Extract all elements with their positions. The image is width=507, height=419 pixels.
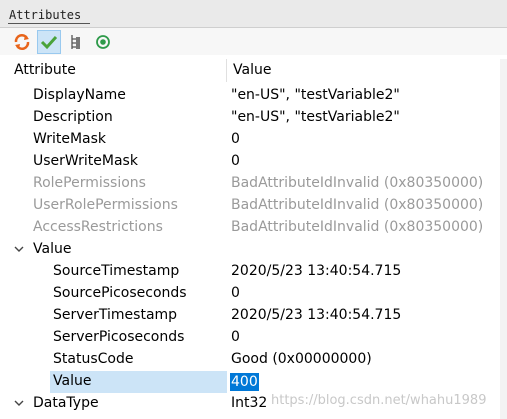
attribute-name: RolePermissions — [33, 175, 146, 191]
attribute-value: Int32 — [231, 395, 268, 411]
watermark: https://blog.csdn.net/whahu1989 — [271, 393, 487, 408]
chevron-down-icon[interactable] — [13, 243, 25, 255]
title-underline — [8, 23, 90, 24]
refresh-button[interactable] — [10, 30, 34, 54]
table-row[interactable]: AccessRestrictions BadAttributeIdInvalid… — [0, 217, 507, 239]
tree-structure-icon — [71, 35, 80, 49]
table-row-group[interactable]: Value — [0, 239, 507, 261]
attribute-value: 2020/5/23 13:40:54.715 — [231, 263, 402, 279]
table-row[interactable]: StatusCode Good (0x00000000) — [0, 349, 507, 371]
attribute-name: AccessRestrictions — [33, 219, 163, 235]
attribute-value: BadAttributeIdInvalid (0x80350000) — [231, 197, 484, 213]
toolbar — [0, 28, 507, 55]
attribute-name: SourceTimestamp — [53, 263, 180, 279]
attribute-name: StatusCode — [53, 351, 134, 367]
chevron-down-icon[interactable] — [13, 397, 25, 409]
attribute-name: Description — [33, 109, 113, 125]
attribute-name: Value — [53, 373, 92, 389]
header-attribute[interactable]: Attribute — [14, 62, 76, 78]
panel-title: Attributes — [9, 8, 82, 22]
attribute-value: BadAttributeIdInvalid (0x80350000) — [231, 219, 484, 235]
attribute-name: UserRolePermissions — [33, 197, 178, 213]
table-row[interactable]: DisplayName "en-US", "testVariable2" — [0, 85, 507, 107]
check-button[interactable] — [37, 30, 61, 54]
attribute-name: UserWriteMask — [33, 153, 138, 169]
attribute-name: WriteMask — [33, 131, 107, 147]
table-row[interactable]: SourcePicoseconds 0 — [0, 283, 507, 305]
target-icon — [96, 35, 110, 49]
attribute-value: 0 — [231, 329, 240, 345]
tree-structure-button[interactable] — [64, 30, 88, 54]
table-row-selected[interactable]: Value 400 — [0, 371, 507, 393]
table-row[interactable]: ServerPicoseconds 0 — [0, 327, 507, 349]
attribute-name: DataType — [33, 395, 99, 411]
panel-titlebar: Attributes — [0, 0, 507, 28]
attribute-name: ServerPicoseconds — [53, 329, 185, 345]
attribute-value: 0 — [231, 131, 240, 147]
table-row[interactable]: RolePermissions BadAttributeIdInvalid (0… — [0, 173, 507, 195]
table-header: Attribute Value — [0, 59, 507, 82]
target-button[interactable] — [91, 30, 115, 54]
refresh-icon — [14, 34, 30, 50]
table-row[interactable]: SourceTimestamp 2020/5/23 13:40:54.715 — [0, 261, 507, 283]
attribute-value: BadAttributeIdInvalid (0x80350000) — [231, 175, 484, 191]
table-row[interactable]: ServerTimestamp 2020/5/23 13:40:54.715 — [0, 305, 507, 327]
value-edit-field[interactable]: 400 — [230, 373, 259, 391]
table-row[interactable]: UserWriteMask 0 — [0, 151, 507, 173]
attribute-value: Good (0x00000000) — [231, 351, 372, 367]
attribute-value: "en-US", "testVariable2" — [231, 87, 400, 103]
attribute-name: SourcePicoseconds — [53, 285, 187, 301]
attribute-name: DisplayName — [33, 87, 126, 103]
header-value[interactable]: Value — [233, 62, 271, 78]
attribute-value: 2020/5/23 13:40:54.715 — [231, 307, 402, 323]
attribute-name: ServerTimestamp — [53, 307, 178, 323]
attribute-value: 0 — [231, 285, 240, 301]
header-divider[interactable] — [226, 59, 227, 82]
table-row[interactable]: UserRolePermissions BadAttributeIdInvali… — [0, 195, 507, 217]
attribute-name: Value — [33, 241, 72, 257]
attribute-value: 0 — [231, 153, 240, 169]
attribute-value: "en-US", "testVariable2" — [231, 109, 400, 125]
table-row[interactable]: Description "en-US", "testVariable2" — [0, 107, 507, 129]
table-row[interactable]: WriteMask 0 — [0, 129, 507, 151]
check-icon — [40, 35, 58, 50]
